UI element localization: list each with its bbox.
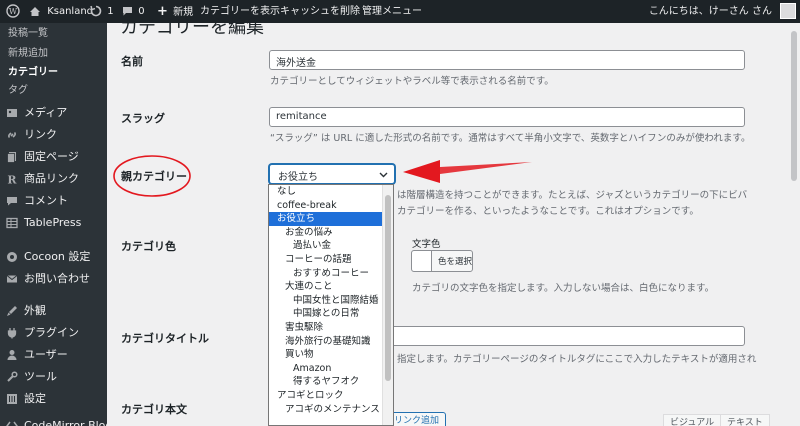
main-content: カテゴリーを編集 名前 海外送金 カテゴリーとしてウィジェットやラベル等で表示さ… — [107, 17, 800, 426]
dropdown-option[interactable]: 大連のこと — [269, 280, 384, 294]
clear-cache-link[interactable]: キャッシュを削除 — [280, 0, 360, 23]
parent-description-line2: カテゴリーを作る、といったようなことです。これはオプションです。 — [397, 206, 699, 217]
svg-text:W: W — [9, 7, 18, 16]
codemirror-icon — [6, 421, 18, 426]
tab-text[interactable]: テキスト — [720, 414, 770, 426]
dropdown-option[interactable]: 中国女性と国際結婚 — [269, 294, 384, 308]
sidebar-item-product-links[interactable]: R 商品リンク — [0, 168, 107, 190]
comments-icon — [7, 197, 17, 206]
plugins-icon — [7, 328, 17, 339]
slug-label: スラッグ — [121, 112, 165, 125]
submenu-all-posts[interactable]: 投稿一覧 — [8, 24, 48, 39]
parent-category-dropdown: なし coffee-break お役立ち お金の悩み 過払い金 コーヒーの話題 おすすめコー… — [268, 184, 394, 426]
name-description: カテゴリーとしてウィジェットやラベル等で表示される名前です。 — [270, 76, 554, 87]
parent-description-line1: は階層構造を持つことができます。たとえば、ジャズというカテゴリーの下にビバ — [397, 190, 748, 201]
users-icon — [7, 350, 17, 360]
sidebar-item-tools[interactable]: ツール — [0, 366, 107, 388]
dropdown-option[interactable]: Amazon — [269, 362, 384, 376]
parent-category-label: 親カテゴリー — [121, 170, 187, 183]
sidebar-item-appearance[interactable]: 外観 — [0, 300, 107, 322]
dropdown-option[interactable]: なし — [269, 185, 384, 199]
slug-description: “スラッグ” は URL に適した形式の名前です。通常はすべて半角小文字で、英数… — [270, 133, 751, 144]
sidebar-item-plugins[interactable]: プラグイン — [0, 322, 107, 344]
tab-visual[interactable]: ビジュアル — [663, 414, 722, 426]
dropdown-option[interactable]: お役立ち — [269, 212, 384, 226]
submenu-add-new[interactable]: 新規追加 — [8, 44, 48, 59]
text-color-description: カテゴリの文字色を指定します。入力しない場合は、白色になります。 — [412, 283, 715, 294]
account-greeting[interactable]: こんにちは、けーさん さん — [649, 0, 772, 23]
admin-menu-link[interactable]: 管理メニュー — [362, 0, 422, 23]
category-title-label: カテゴリタイトル — [121, 332, 209, 345]
parent-category-value: お役立ち — [278, 172, 318, 183]
dropdown-option[interactable]: 中国嫁との日常 — [269, 307, 384, 321]
dropdown-option[interactable]: 害虫駆除 — [269, 321, 384, 335]
appearance-icon — [7, 306, 17, 316]
media-icon — [7, 109, 17, 117]
dropdown-scroll-thumb[interactable] — [385, 195, 391, 381]
cocoon-icon — [7, 252, 17, 262]
dropdown-option[interactable]: コーヒーの話題 — [269, 253, 384, 267]
dropdown-option[interactable]: 得するヤフオク — [269, 375, 384, 389]
sidebar-item-users[interactable]: ユーザー — [0, 344, 107, 366]
home-icon — [30, 6, 40, 16]
table-icon — [6, 217, 18, 229]
mail-icon — [6, 275, 18, 283]
text-color-picker-button[interactable]: 色を選択 — [411, 250, 473, 272]
posts-submenu: 投稿一覧 新規追加 カテゴリー タグ — [0, 23, 107, 101]
page-scroll-thumb[interactable] — [791, 31, 797, 181]
wordpress-logo-icon[interactable]: W — [6, 0, 20, 23]
sidebar-item-contact[interactable]: お問い合わせ — [0, 268, 107, 290]
category-title-description: 指定します。カテゴリーページのタイトルタグにここで入力したテキストが適用され — [397, 354, 757, 365]
name-input[interactable]: 海外送金 — [269, 50, 745, 70]
site-name-link[interactable]: Ksanland — [29, 0, 93, 23]
avatar[interactable] — [780, 3, 796, 19]
settings-icon — [7, 394, 17, 404]
dropdown-option[interactable]: 過払い金 — [269, 239, 384, 253]
dropdown-option[interactable]: アコギとロック — [269, 389, 384, 403]
dropdown-option[interactable]: アコギのメンテナンス — [269, 403, 384, 417]
svg-text:R: R — [7, 174, 17, 186]
sidebar-item-links[interactable]: リンク — [0, 124, 107, 146]
sidebar-item-cocoon-settings[interactable]: Cocoon 設定 — [0, 246, 107, 268]
sidebar-item-media[interactable]: メディア — [0, 102, 107, 124]
tools-icon — [7, 371, 18, 382]
dropdown-scrollbar[interactable] — [382, 185, 393, 425]
rinker-icon: R — [7, 174, 17, 186]
name-label: 名前 — [121, 55, 143, 68]
sidebar-item-tablepress[interactable]: TablePress — [0, 212, 107, 234]
sidebar-item-comments[interactable]: コメント — [0, 190, 107, 212]
dropdown-option[interactable]: おすすめコーヒー — [269, 267, 384, 281]
page-scrollbar[interactable] — [788, 23, 800, 426]
dropdown-option[interactable]: coffee-break — [269, 199, 384, 213]
link-icon — [8, 131, 16, 139]
sidebar-item-codemirror-blocks[interactable]: CodeMirror Blocks — [0, 415, 124, 426]
color-swatch — [412, 251, 432, 271]
chevron-down-icon — [379, 172, 388, 178]
updates-link[interactable]: 1 — [90, 0, 114, 23]
category-body-label: カテゴリ本文 — [121, 403, 187, 416]
category-color-label: カテゴリ色 — [121, 240, 176, 253]
page-title: カテゴリーを編集 — [120, 17, 264, 38]
parent-category-select[interactable]: お役立ち — [269, 164, 395, 184]
dropdown-option[interactable]: 買い物 — [269, 348, 384, 362]
sidebar-item-pages[interactable]: 固定ページ — [0, 146, 107, 168]
dropdown-option[interactable]: お金の悩み — [269, 226, 384, 240]
submenu-tags[interactable]: タグ — [8, 81, 28, 96]
dropdown-option[interactable]: 海外旅行の基礎知識 — [269, 335, 384, 349]
submenu-categories[interactable]: カテゴリー — [8, 63, 58, 78]
pages-icon — [7, 152, 16, 163]
updates-icon — [90, 5, 102, 17]
slug-input[interactable]: remitance — [269, 107, 745, 127]
admin-sidebar: 投稿一覧 新規追加 カテゴリー タグ メディア リンク 固定ページ R 商品リン… — [0, 23, 124, 426]
add-link-button[interactable]: リンク追加 — [387, 412, 447, 426]
text-color-label: 文字色 — [412, 239, 441, 250]
sidebar-item-settings[interactable]: 設定 — [0, 388, 107, 410]
